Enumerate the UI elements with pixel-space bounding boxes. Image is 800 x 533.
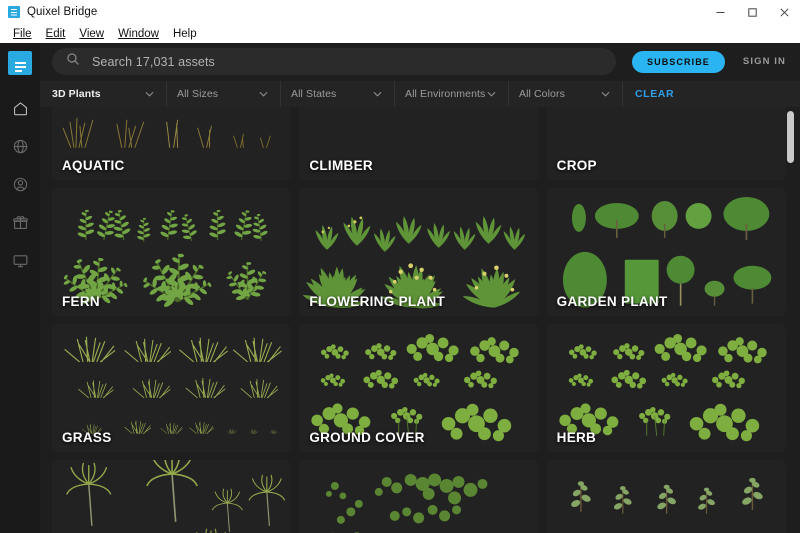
sidebar-item-account[interactable]: [3, 167, 37, 201]
account-icon: [12, 176, 29, 193]
globe-icon: [12, 138, 29, 155]
filter-category-label: 3D Plants: [52, 88, 101, 100]
main-panel: Search 17,031 assets SUBSCRIBE SIGN IN 3…: [40, 43, 800, 533]
sidebar: [0, 43, 40, 533]
asset-card-label: CROP: [556, 158, 597, 173]
search-input[interactable]: Search 17,031 assets: [52, 48, 616, 75]
subscribe-button[interactable]: SUBSCRIBE: [632, 50, 725, 73]
chevron-down-icon: [145, 91, 154, 97]
asset-card-label: AQUATIC: [62, 158, 125, 173]
window-controls: [704, 0, 800, 24]
menu-help-label: Help: [172, 27, 197, 40]
menu-edit-label: Edit: [45, 27, 66, 40]
clear-filters-button[interactable]: CLEAR: [622, 80, 674, 108]
menu-edit[interactable]: Edit: [39, 26, 73, 42]
filter-sizes-label: All Sizes: [177, 88, 219, 100]
chevron-down-icon: [373, 91, 382, 97]
asset-card-fern[interactable]: FERN: [52, 188, 292, 316]
gift-icon: [12, 214, 29, 231]
filter-states[interactable]: All States: [280, 80, 394, 108]
sidebar-item-free-assets[interactable]: [3, 205, 37, 239]
search-icon: [66, 52, 80, 71]
asset-card-crop[interactable]: CROP: [546, 107, 786, 180]
sidebar-item-explore[interactable]: [3, 129, 37, 163]
asset-card-label: FLOWERING PLANT: [309, 294, 446, 309]
asset-card-flowering-plant[interactable]: FLOWERING PLANT: [299, 188, 539, 316]
top-bar: Search 17,031 assets SUBSCRIBE SIGN IN: [40, 43, 800, 80]
asset-card-grass[interactable]: GRASS: [52, 324, 292, 452]
card-art: [568, 477, 765, 515]
search-placeholder: Search 17,031 assets: [92, 54, 215, 69]
asset-card-aquatic[interactable]: AQUATIC: [52, 107, 292, 180]
asset-card-herb[interactable]: HERB: [546, 324, 786, 452]
asset-card-palm[interactable]: PALM: [52, 460, 292, 533]
bridge-logo-icon: [8, 6, 20, 18]
filter-states-label: All States: [291, 88, 337, 100]
menu-file-label: File: [13, 27, 32, 40]
asset-card-label: HERB: [556, 430, 597, 445]
chevron-down-icon: [601, 91, 610, 97]
filter-category[interactable]: 3D Plants: [52, 81, 166, 108]
filter-bar: 3D Plants All Sizes All States All Envir…: [40, 80, 800, 108]
sidebar-item-local[interactable]: [3, 243, 37, 277]
asset-card-label: CLIMBER: [309, 158, 373, 173]
asset-card-garden-plant[interactable]: GARDEN PLANT: [546, 188, 786, 316]
asset-card-label: GROUND COVER: [309, 430, 425, 445]
scrollbar-track[interactable]: [787, 107, 797, 533]
monitor-icon: [12, 252, 29, 269]
menu-file[interactable]: File: [6, 26, 39, 42]
window-title: Quixel Bridge: [27, 6, 98, 18]
app-body: Search 17,031 assets SUBSCRIBE SIGN IN 3…: [0, 43, 800, 533]
sidebar-logo[interactable]: [8, 51, 32, 75]
card-art: [66, 460, 286, 533]
filter-colors-label: All Colors: [519, 88, 565, 100]
filter-colors[interactable]: All Colors: [508, 80, 622, 108]
maximize-icon[interactable]: [736, 0, 768, 24]
menu-help[interactable]: Help: [166, 26, 204, 42]
menu-window[interactable]: Window: [111, 26, 166, 42]
card-art: [326, 473, 488, 533]
asset-grid: AQUATIC CLIMBER CROP FERN FLOWERING PLAN…: [52, 107, 786, 533]
title-bar: Quixel Bridge: [0, 0, 800, 24]
asset-card-label: GARDEN PLANT: [556, 294, 668, 309]
asset-card-label: FERN: [62, 294, 100, 309]
asset-grid-container: AQUATIC CLIMBER CROP FERN FLOWERING PLAN…: [40, 107, 800, 533]
filter-sizes[interactable]: All Sizes: [166, 80, 280, 108]
asset-card-succulent[interactable]: SUCCULENT: [546, 460, 786, 533]
chevron-down-icon: [259, 91, 268, 97]
sign-in-link[interactable]: SIGN IN: [743, 56, 786, 67]
filter-environments[interactable]: All Environments: [394, 80, 508, 108]
menu-view-label: View: [79, 27, 105, 40]
menu-window-label: Window: [118, 27, 159, 40]
menu-bar: File Edit View Window Help: [0, 24, 800, 43]
menu-view[interactable]: View: [72, 26, 111, 42]
filter-environments-label: All Environments: [405, 88, 486, 100]
chevron-down-icon: [487, 91, 496, 97]
asset-card-ground-cover[interactable]: GROUND COVER: [299, 324, 539, 452]
asset-card-label: GRASS: [62, 430, 112, 445]
asset-card-shrub[interactable]: SHRUB: [299, 460, 539, 533]
close-icon[interactable]: [768, 0, 800, 24]
minimize-icon[interactable]: [704, 0, 736, 24]
asset-card-climber[interactable]: CLIMBER: [299, 107, 539, 180]
home-icon: [12, 100, 29, 117]
sidebar-item-home[interactable]: [3, 91, 37, 125]
scrollbar-thumb[interactable]: [787, 111, 794, 163]
